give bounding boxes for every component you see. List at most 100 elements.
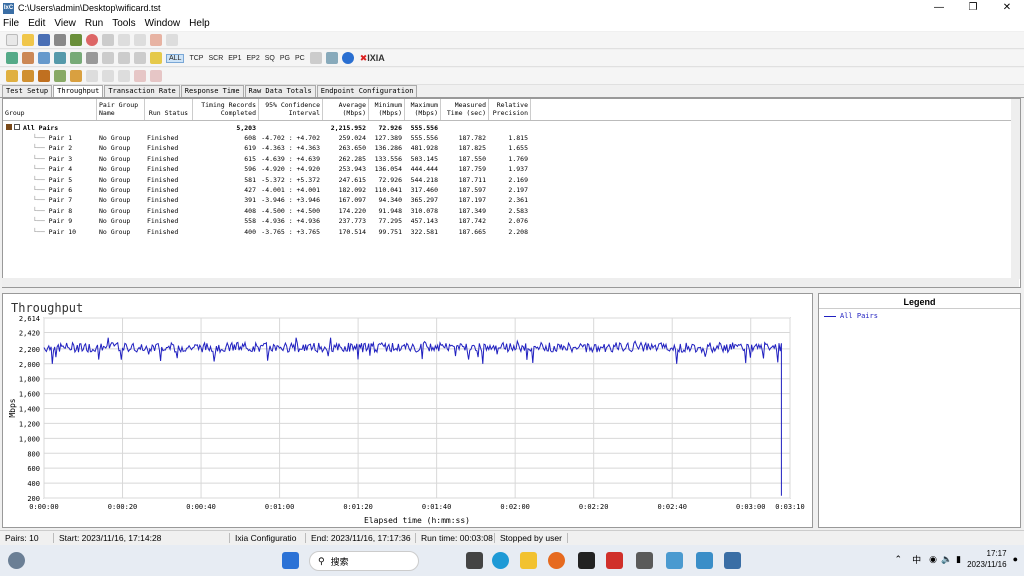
tab-endpoint-configuration[interactable]: Endpoint Configuration — [316, 85, 418, 97]
edit-pair-icon[interactable] — [38, 52, 50, 64]
col-maximum[interactable]: Maximum (Mbps) — [405, 99, 441, 120]
view-tcp-toggle[interactable]: TCP — [189, 55, 203, 62]
col-run-status[interactable]: Run Status — [145, 99, 193, 120]
info-icon[interactable] — [341, 52, 354, 64]
volume-icon[interactable]: 🔈 — [941, 554, 952, 565]
menu-tools[interactable]: Tools — [112, 18, 135, 29]
network-icon[interactable] — [86, 52, 98, 64]
collapse-icon[interactable] — [14, 124, 20, 130]
col-relative-precision[interactable]: Relative Precision — [489, 99, 531, 120]
col-pair-group-name[interactable]: Pair Group Name — [97, 99, 145, 120]
table-row[interactable]: └── Pair 3 No Group Finished 615 -4.639 : +4… — [3, 154, 531, 164]
taskbar-search[interactable]: ⚲ 搜索 — [309, 551, 419, 571]
grid-vertical-scrollbar[interactable] — [1011, 99, 1020, 279]
view-sq-toggle[interactable]: SQ — [265, 55, 275, 62]
options-icon[interactable] — [134, 52, 146, 64]
sort-icon[interactable] — [118, 52, 130, 64]
file-explorer-icon[interactable] — [520, 552, 537, 569]
endpoint-icon[interactable] — [54, 52, 66, 64]
grid-horizontal-scrollbar[interactable] — [2, 278, 1019, 287]
table-row[interactable]: └── Pair 8 No Group Finished 408 -4.500 : +4… — [3, 206, 531, 216]
weather-icon[interactable] — [8, 552, 25, 569]
stop-icon[interactable] — [86, 34, 98, 46]
menu-view[interactable]: View — [54, 18, 76, 29]
app-icon-3[interactable] — [696, 552, 713, 569]
chevron-up-icon[interactable]: ⌃ — [895, 554, 903, 565]
new-file-icon[interactable] — [6, 34, 18, 46]
tab-test-setup[interactable]: Test Setup — [2, 85, 53, 97]
col-measured-time[interactable]: Measured Time (sec) — [441, 99, 489, 120]
view-ep1-toggle[interactable]: EP1 — [228, 55, 241, 62]
col-group[interactable]: Group — [3, 99, 97, 120]
rename-icon[interactable] — [54, 70, 66, 82]
find-icon[interactable] — [166, 34, 178, 46]
ungroup-icon[interactable] — [22, 70, 34, 82]
col-average[interactable]: Average (Mbps) — [323, 99, 369, 120]
table-row[interactable]: └── Pair 1 No Group Finished 608 -4.702 : +4… — [3, 133, 531, 143]
cut-icon[interactable] — [134, 34, 146, 46]
view-ep2-toggle[interactable]: EP2 — [246, 55, 259, 62]
table-row[interactable]: └── Pair 7 No Group Finished 391 -3.946 : +3… — [3, 195, 531, 205]
chart-icon[interactable] — [325, 52, 338, 64]
view-scr-toggle[interactable]: SCR — [208, 55, 223, 62]
menu-help[interactable]: Help — [189, 18, 210, 29]
table-row[interactable]: └── Pair 9 No Group Finished 558 -4.936 : +4… — [3, 216, 531, 226]
col-confidence-interval[interactable]: 95% Confidence Interval — [259, 99, 323, 120]
edge-icon[interactable] — [492, 552, 509, 569]
ixchariot-icon[interactable] — [724, 552, 741, 569]
menu-window[interactable]: Window — [145, 18, 181, 29]
minimize-button[interactable]: — — [922, 0, 956, 16]
menu-edit[interactable]: Edit — [28, 18, 45, 29]
firefox-icon[interactable] — [548, 552, 565, 569]
view-pc-toggle[interactable]: PC — [295, 55, 305, 62]
add-pair-icon[interactable] — [6, 52, 18, 64]
run-icon[interactable] — [70, 34, 82, 46]
maximize-button[interactable]: ❐ — [956, 0, 990, 16]
network-icon[interactable]: ◉ — [929, 554, 937, 565]
menu-run[interactable]: Run — [85, 18, 103, 29]
task-view-icon[interactable] — [466, 552, 483, 569]
summary-row[interactable]: All Pairs 5,203 2,215.952 72.926 555.556 — [3, 123, 441, 133]
clock[interactable]: 17:17 2023/11/16 — [967, 548, 1006, 570]
lightbulb-icon[interactable] — [150, 52, 162, 64]
add-multicast-icon[interactable] — [22, 52, 34, 64]
color-icon[interactable] — [70, 70, 82, 82]
table-row[interactable]: └── Pair 6 No Group Finished 427 -4.001 : +4… — [3, 185, 531, 195]
wps-icon[interactable] — [606, 552, 623, 569]
tab-transaction-rate[interactable]: Transaction Rate — [104, 85, 180, 97]
table-row[interactable]: └── Pair 4 No Group Finished 596 -4.920 : +4… — [3, 164, 531, 174]
open-folder-icon[interactable] — [22, 34, 34, 46]
table-row[interactable]: └── Pair 2 No Group Finished 619 -4.363 : +4… — [3, 143, 531, 153]
swap-icon[interactable] — [38, 70, 50, 82]
notification-icon[interactable]: ● — [1013, 554, 1018, 564]
print-icon[interactable] — [54, 34, 66, 46]
paste-icon[interactable] — [118, 34, 130, 46]
battery-icon[interactable]: ▮ — [956, 554, 961, 565]
group-icon[interactable] — [6, 70, 18, 82]
col-timing-records[interactable]: Timing Records Completed — [193, 99, 259, 120]
tab-response-time[interactable]: Response Time — [180, 85, 244, 97]
copy-icon[interactable] — [102, 34, 114, 46]
terminal-icon[interactable] — [578, 552, 595, 569]
grid-icon[interactable] — [309, 52, 322, 64]
app-icon-1[interactable] — [636, 552, 653, 569]
save-icon[interactable] — [38, 34, 50, 46]
app-icon-2[interactable] — [666, 552, 683, 569]
menu-file[interactable]: File — [3, 18, 19, 29]
col-minimum[interactable]: Minimum (Mbps) — [369, 99, 405, 120]
remove-icon[interactable] — [150, 70, 162, 82]
start-icon[interactable] — [282, 552, 299, 569]
filter-icon[interactable] — [102, 52, 114, 64]
tab-raw-data-totals[interactable]: Raw Data Totals — [244, 85, 316, 97]
delete-icon[interactable] — [134, 70, 146, 82]
tab-throughput[interactable]: Throughput — [53, 85, 104, 97]
table-row[interactable]: └── Pair 5 No Group Finished 581 -5.372 : +5… — [3, 175, 531, 185]
legend-item-all-pairs[interactable]: All Pairs — [824, 312, 1015, 320]
close-button[interactable]: ✕ — [990, 0, 1024, 16]
script-icon[interactable] — [70, 52, 82, 64]
report-icon[interactable] — [150, 34, 162, 46]
view-all-toggle[interactable]: ALL — [166, 53, 185, 63]
view-pg-toggle[interactable]: PG — [280, 55, 290, 62]
ime-indicator[interactable]: 中 — [912, 553, 921, 566]
table-row[interactable]: └── Pair 10 No Group Finished 400 -3.765 : +… — [3, 227, 531, 237]
